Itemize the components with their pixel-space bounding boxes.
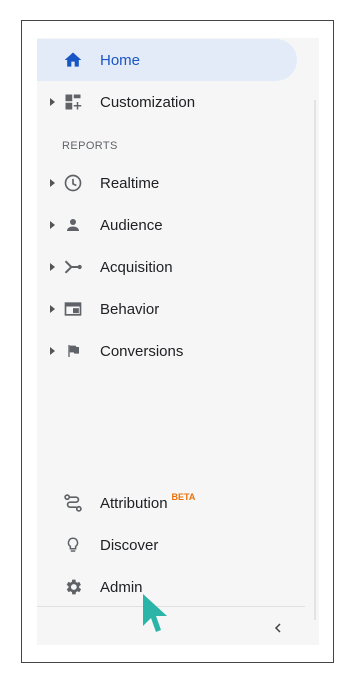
nav-item-label: Realtime bbox=[100, 174, 160, 192]
flag-icon bbox=[62, 340, 84, 362]
expand-caret-icon bbox=[50, 305, 55, 313]
nav-item-attribution[interactable]: Attribution BETA bbox=[37, 482, 297, 524]
nav-item-label: Customization bbox=[100, 93, 196, 111]
nav-item-label: Discover bbox=[100, 536, 159, 554]
mouse-pointer-icon bbox=[143, 594, 167, 632]
attribution-path-icon bbox=[62, 492, 84, 514]
dashboard-plus-icon bbox=[62, 91, 84, 113]
beta-badge: BETA bbox=[171, 491, 196, 502]
nav-item-behavior[interactable]: Behavior bbox=[37, 288, 297, 330]
nav-item-label: Admin bbox=[100, 578, 143, 596]
footer-divider bbox=[37, 606, 305, 607]
sidebar-scrollbar[interactable] bbox=[314, 100, 316, 620]
nav-item-customization[interactable]: Customization bbox=[37, 81, 297, 123]
nav-item-label: Conversions bbox=[100, 342, 184, 360]
collapse-sidebar-button[interactable] bbox=[268, 620, 288, 640]
lightbulb-icon bbox=[62, 534, 84, 556]
attribution-label: Attribution bbox=[100, 494, 168, 512]
clock-icon bbox=[62, 172, 84, 194]
nav-item-home[interactable]: Home bbox=[37, 39, 297, 81]
nav-item-label: Behavior bbox=[100, 300, 160, 318]
window-icon bbox=[62, 298, 84, 320]
person-icon bbox=[62, 214, 84, 236]
expand-caret-icon bbox=[50, 263, 55, 271]
chevron-left-icon bbox=[272, 621, 284, 639]
expand-caret-icon bbox=[50, 347, 55, 355]
nav-item-conversions[interactable]: Conversions bbox=[37, 330, 297, 372]
section-heading-reports: REPORTS bbox=[62, 140, 118, 152]
nav-item-label: Home bbox=[100, 51, 141, 69]
nav-item-label: Audience bbox=[100, 216, 163, 234]
merge-arrow-icon bbox=[62, 256, 84, 278]
gear-icon bbox=[62, 576, 84, 598]
expand-caret-icon bbox=[50, 221, 55, 229]
home-icon bbox=[62, 49, 84, 71]
nav-item-label: Acquisition bbox=[100, 258, 173, 276]
nav-item-audience[interactable]: Audience bbox=[37, 204, 297, 246]
expand-caret-icon bbox=[50, 98, 55, 106]
expand-caret-icon bbox=[50, 179, 55, 187]
nav-item-acquisition[interactable]: Acquisition bbox=[37, 246, 297, 288]
nav-item-discover[interactable]: Discover bbox=[37, 524, 297, 566]
nav-item-realtime[interactable]: Realtime bbox=[37, 162, 297, 204]
nav-item-label: Attribution BETA bbox=[100, 491, 196, 512]
